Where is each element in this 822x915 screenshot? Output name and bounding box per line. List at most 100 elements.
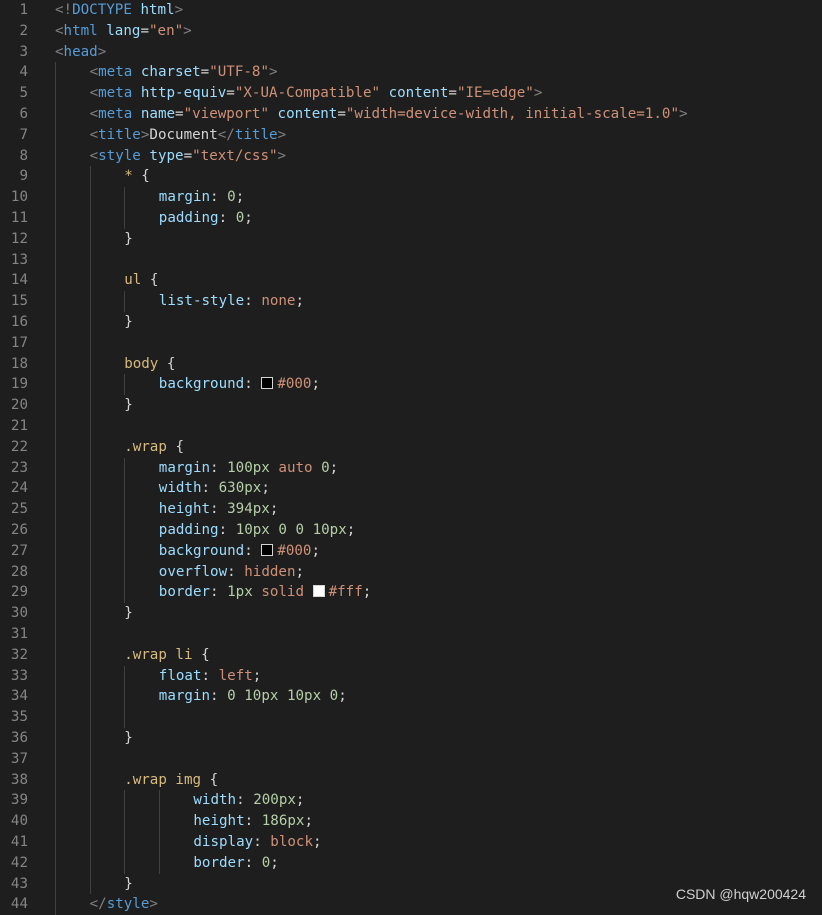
code-line[interactable]: 9 * { — [0, 166, 822, 187]
color-swatch[interactable] — [261, 543, 274, 556]
token-text: : — [244, 854, 262, 871]
watermark: CSDN @hqw200424 — [675, 886, 806, 902]
token-text: : — [210, 584, 228, 601]
color-swatch[interactable] — [261, 377, 274, 390]
code-line[interactable]: 30} — [0, 603, 822, 624]
line-number: 2 — [19, 22, 28, 39]
color-swatch[interactable] — [312, 585, 325, 598]
line-number: 30 — [10, 605, 28, 622]
code-line[interactable]: 31 — [0, 624, 822, 645]
code-line[interactable]: 17 — [0, 333, 822, 354]
token-tag: html — [63, 22, 98, 39]
code-line[interactable]: 7 <title>Document</title> — [0, 125, 822, 146]
code-line[interactable]: 4 <meta charset="UTF-8"> — [0, 62, 822, 83]
token-prop: border — [158, 584, 211, 601]
token-attr: lang — [106, 22, 141, 39]
code-text: .wrap { — [124, 437, 184, 458]
token-punct: < — [89, 147, 99, 164]
code-text: } — [124, 312, 133, 333]
line-number: 40 — [10, 813, 28, 830]
token-str: "en" — [148, 22, 184, 39]
code-text: <head> — [55, 42, 106, 63]
code-line[interactable]: 38 .wrap img { — [0, 770, 822, 791]
token-text: ; — [329, 459, 339, 476]
code-text: * { — [124, 166, 150, 187]
token-attr: http-equiv — [140, 85, 227, 102]
code-line[interactable]: 36} — [0, 728, 822, 749]
token-kw: solid — [261, 584, 305, 601]
token-tag: title — [234, 126, 278, 143]
line-number: 3 — [19, 43, 28, 60]
token-punct: < — [55, 22, 64, 39]
code-line[interactable]: 2 <html lang="en"> — [0, 21, 822, 42]
code-editor[interactable]: 1 <!DOCTYPE html> 2 <html lang="en"> 3 <head>… — [0, 0, 822, 915]
token-text: : — [218, 522, 236, 538]
code-line[interactable]: 18 body { — [0, 354, 822, 375]
code-text: } — [124, 603, 133, 624]
line-number: 7 — [19, 126, 28, 143]
token-num: 1px — [227, 584, 253, 601]
code-text: border: 0; — [193, 853, 278, 874]
code-line[interactable]: 8 <style type="text/css"> — [0, 146, 822, 167]
token-attr: content — [277, 106, 338, 122]
token-text: = — [200, 64, 210, 81]
code-text: <meta http-equiv="X-UA-Compatible" conte… — [90, 83, 543, 104]
line-number: 15 — [10, 293, 28, 310]
token-punct: > — [183, 22, 192, 39]
code-text: height: 394px; — [159, 499, 279, 520]
code-line[interactable]: 22 .wrap { — [0, 437, 822, 458]
code-line[interactable]: 32 .wrap li { — [0, 645, 822, 666]
token-text: = — [140, 22, 149, 39]
code-line[interactable]: 3 <head> — [0, 42, 822, 63]
token-punct: > — [277, 126, 287, 143]
token-kw: none — [261, 293, 296, 310]
token-str: "IE=edge" — [456, 85, 534, 102]
code-line[interactable]: 16} — [0, 312, 822, 333]
token-kw: left — [218, 667, 253, 684]
code-line[interactable]: 5 <meta http-equiv="X-UA-Compatible" cont… — [0, 83, 822, 104]
token-prop: padding — [158, 210, 219, 226]
token-num: 0 — [329, 688, 339, 705]
token-prop: display — [193, 834, 254, 850]
token-text: : — [210, 501, 228, 518]
token-text: ; — [362, 584, 372, 601]
token-text: } — [124, 875, 133, 892]
token-sel: * — [124, 168, 133, 185]
token-punct: > — [149, 896, 158, 913]
code-line[interactable]: 13 — [0, 250, 822, 271]
token-prop: margin — [158, 688, 211, 705]
code-text: width: 200px; — [193, 790, 304, 811]
indent-guide — [124, 665, 126, 728]
line-number: 42 — [10, 854, 28, 871]
code-text: <meta charset="UTF-8"> — [90, 62, 278, 83]
token-num: 186px — [261, 813, 305, 830]
line-number: 14 — [10, 272, 28, 289]
token-text: ; — [295, 563, 305, 580]
line-number: 33 — [10, 667, 28, 684]
indent-guide — [89, 166, 91, 895]
token-kw: #fff — [328, 584, 363, 601]
token-num: 10px — [286, 688, 322, 705]
token-attr: html — [140, 2, 175, 18]
code-line[interactable]: 20} — [0, 395, 822, 416]
code-text: background: #000; — [159, 374, 320, 395]
token-text: ; — [235, 189, 245, 206]
token-text: ; — [304, 813, 313, 830]
code-line[interactable]: 12} — [0, 229, 822, 250]
token-kw: #000 — [277, 376, 312, 393]
code-line[interactable]: 6 <meta name="viewport" content="width=de… — [0, 104, 822, 125]
line-number: 13 — [10, 251, 28, 268]
code-text: <meta name="viewport" content="width=dev… — [90, 104, 688, 125]
token-punct: > — [269, 64, 278, 81]
code-line[interactable]: 21 — [0, 416, 822, 437]
code-text: ul { — [124, 270, 158, 291]
code-line[interactable]: 37 — [0, 749, 822, 770]
code-line[interactable]: 14 ul { — [0, 270, 822, 291]
code-line[interactable]: 1 <!DOCTYPE html> — [0, 0, 822, 21]
token-punct: < — [89, 126, 99, 143]
token-text: : — [227, 563, 245, 580]
